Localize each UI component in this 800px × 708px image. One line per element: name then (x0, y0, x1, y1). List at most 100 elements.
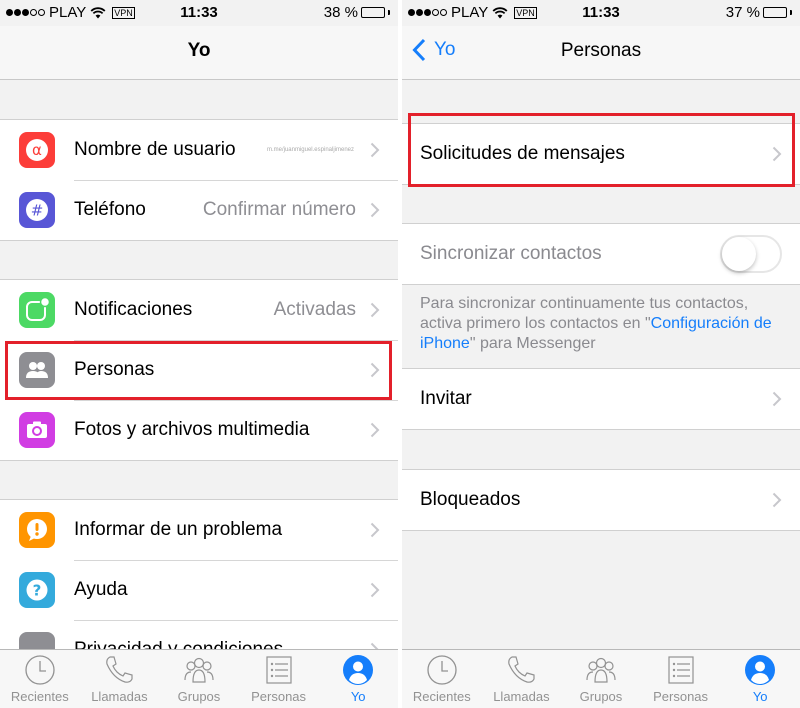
phone-icon (508, 656, 535, 683)
row-privacy[interactable]: Privacidad y condiciones (0, 620, 398, 649)
row-sync-contacts: Sincronizar contactos (402, 224, 800, 284)
row-label: Ayuda (74, 579, 128, 600)
tab-bar: Recientes Llamadas Grupos Personas Yo (0, 649, 398, 708)
settings-group-support: Informar de un problema ? Ayuda Privacid… (0, 499, 398, 649)
battery-icon (361, 7, 385, 18)
row-report-problem[interactable]: Informar de un problema (0, 500, 398, 560)
group-sync-contacts: Sincronizar contactos (402, 223, 800, 285)
profile-icon (745, 655, 776, 685)
battery-icon (763, 7, 787, 18)
battery-percent: 38 % (323, 4, 358, 21)
row-label: Notificaciones (74, 299, 193, 320)
phone-icon (106, 656, 133, 683)
help-icon: ? (19, 572, 55, 608)
camera-icon (19, 412, 55, 448)
tab-recientes[interactable]: Recientes (402, 650, 482, 708)
list-icon (265, 656, 292, 684)
people-settings-list[interactable]: Solicitudes de mensajes Sincronizar cont… (402, 81, 800, 649)
tab-label: Yo (752, 689, 768, 704)
chevron-right-icon (772, 391, 782, 407)
tab-label: Grupos (177, 689, 221, 704)
row-message-requests[interactable]: Solicitudes de mensajes (402, 124, 800, 184)
tab-grupos[interactable]: Grupos (159, 650, 239, 708)
tab-bar: Recientes Llamadas Grupos Personas Yo (402, 649, 800, 708)
clock-icon (25, 655, 55, 685)
row-notifications[interactable]: Notificaciones Activadas (0, 280, 398, 340)
tab-llamadas[interactable]: Llamadas (482, 650, 562, 708)
settings-group-account: α Nombre de usuario m.me/juanmiguel.espi… (0, 119, 398, 241)
tab-personas[interactable]: Personas (239, 650, 319, 708)
row-invite[interactable]: Invitar (402, 369, 800, 429)
tab-label: Llamadas (91, 689, 148, 704)
tab-label: Personas (653, 689, 709, 704)
tab-recientes[interactable]: Recientes (0, 650, 80, 708)
row-label: Solicitudes de mensajes (420, 143, 625, 164)
battery: 38 % (324, 4, 390, 21)
chevron-right-icon (370, 422, 380, 438)
groups-icon (586, 657, 616, 683)
list-icon (667, 656, 694, 684)
row-label: Informar de un problema (74, 519, 283, 540)
tab-llamadas[interactable]: Llamadas (80, 650, 160, 708)
row-label: Nombre de usuario (74, 139, 236, 160)
group-invite: Invitar (402, 368, 800, 430)
group-blocked: Bloqueados (402, 469, 800, 531)
row-label: Sincronizar contactos (420, 243, 602, 264)
screen-yo: PLAY VPN 11:33 38 % Yo α Nombre de usuar… (0, 0, 398, 708)
groups-icon (184, 657, 214, 683)
tab-grupos[interactable]: Grupos (561, 650, 641, 708)
screen-personas: PLAY VPN 11:33 37 % Yo Personas Solicitu… (402, 0, 800, 708)
row-username[interactable]: α Nombre de usuario m.me/juanmiguel.espi… (0, 120, 398, 180)
row-label: Bloqueados (420, 489, 521, 510)
chevron-right-icon (370, 202, 380, 218)
tab-label: Llamadas (493, 689, 550, 704)
svg-text:#: # (31, 202, 44, 220)
tab-yo[interactable]: Yo (720, 650, 800, 708)
row-label: Fotos y archivos multimedia (74, 419, 310, 440)
nav-bar: Yo Personas (402, 26, 800, 80)
tab-label: Recientes (412, 689, 471, 704)
hash-icon: # (19, 192, 55, 228)
row-blocked[interactable]: Bloqueados (402, 470, 800, 530)
settings-list[interactable]: α Nombre de usuario m.me/juanmiguel.espi… (0, 81, 398, 649)
tab-label: Personas (251, 689, 307, 704)
alert-icon (19, 512, 55, 548)
sync-contacts-toggle[interactable] (720, 235, 782, 273)
row-label: Personas (74, 359, 155, 380)
note-text: " para Messenger (469, 335, 596, 352)
tab-label: Recientes (10, 689, 69, 704)
clock-icon (427, 655, 457, 685)
row-label: Teléfono (74, 199, 146, 220)
row-label: Invitar (420, 388, 472, 409)
row-phone[interactable]: # Teléfono Confirmar número (0, 180, 398, 240)
nav-bar: Yo (0, 26, 398, 80)
status-bar: PLAY VPN 11:33 37 % (402, 0, 800, 26)
battery: 37 % (726, 4, 792, 21)
page-title: Personas (560, 40, 642, 61)
settings-group-preferences: Notificaciones Activadas Personas Fotos … (0, 279, 398, 461)
at-icon: α (19, 132, 55, 168)
tab-yo[interactable]: Yo (318, 650, 398, 708)
tab-label: Grupos (579, 689, 623, 704)
tab-personas[interactable]: Personas (641, 650, 721, 708)
chevron-right-icon (772, 492, 782, 508)
chevron-right-icon (772, 146, 782, 162)
row-value: Confirmar número (202, 199, 356, 220)
row-help[interactable]: ? Ayuda (0, 560, 398, 620)
row-value: m.me/juanmiguel.espinaljimenez (266, 147, 354, 153)
battery-percent: 37 % (725, 4, 760, 21)
chevron-right-icon (370, 522, 380, 538)
chevron-right-icon (370, 302, 380, 318)
row-label: Privacidad y condiciones (74, 639, 370, 649)
group-message-requests: Solicitudes de mensajes (402, 123, 800, 185)
notification-icon (19, 292, 55, 328)
tab-label: Yo (350, 689, 366, 704)
row-value: Activadas (273, 299, 356, 320)
row-photos-media[interactable]: Fotos y archivos multimedia (0, 400, 398, 460)
privacy-icon (19, 632, 55, 649)
people-icon (19, 352, 55, 388)
chevron-right-icon (370, 142, 380, 158)
row-people[interactable]: Personas (0, 340, 398, 400)
profile-icon (343, 655, 374, 685)
sync-contacts-note: Para sincronizar continuamente tus conta… (402, 285, 800, 368)
